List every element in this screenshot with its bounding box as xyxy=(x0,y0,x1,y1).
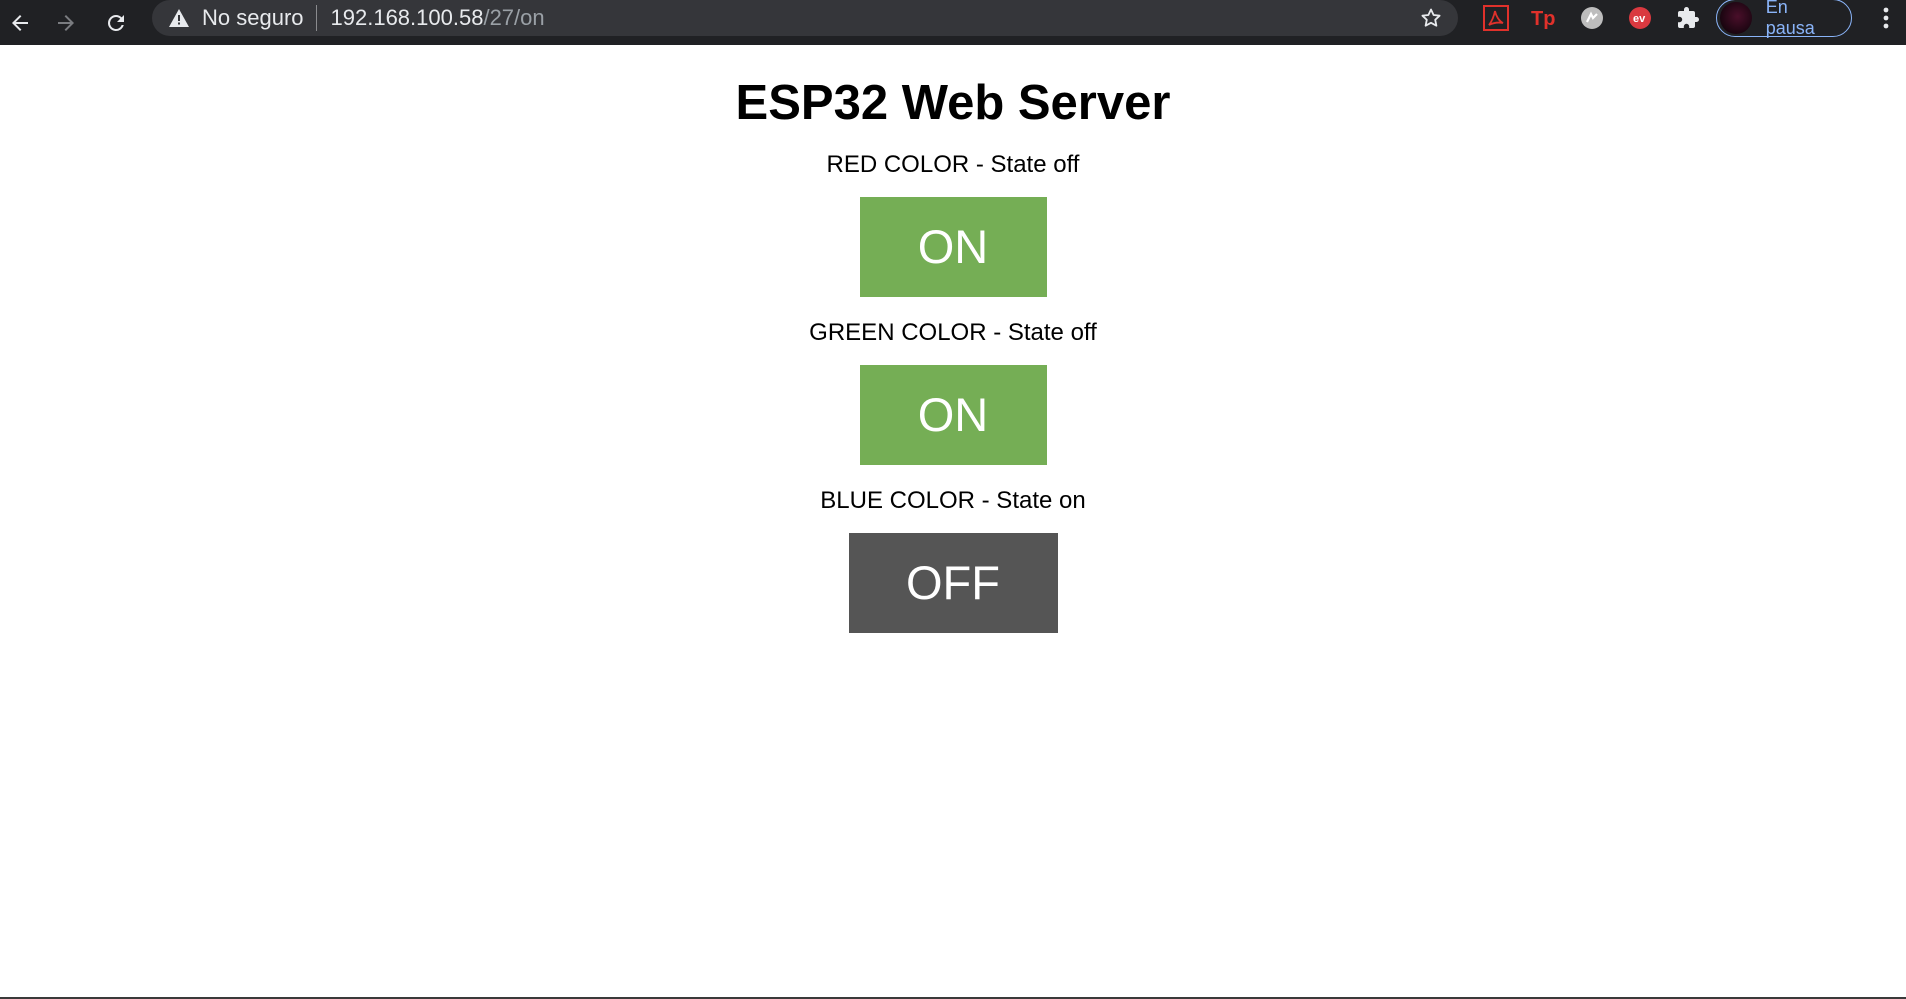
forward-arrow-icon[interactable] xyxy=(40,0,92,45)
page-content: ESP32 Web Server RED COLOR - State off O… xyxy=(0,45,1906,633)
kebab-menu-icon[interactable] xyxy=(1866,0,1906,36)
green-on-button[interactable]: ON xyxy=(859,365,1047,465)
circle-extension-icon[interactable] xyxy=(1568,0,1616,36)
reload-icon[interactable] xyxy=(92,0,140,45)
svg-text:ev: ev xyxy=(1633,13,1646,25)
browser-toolbar: No seguro 192.168.100.58/27/on Tp ev En … xyxy=(0,0,1906,45)
blue-off-button[interactable]: OFF xyxy=(848,533,1058,633)
tp-extension-icon[interactable]: Tp xyxy=(1520,0,1568,36)
back-arrow-icon[interactable] xyxy=(0,0,40,45)
address-bar[interactable]: No seguro 192.168.100.58/27/on xyxy=(152,0,1458,36)
blue-state-label: BLUE COLOR - State on xyxy=(820,487,1086,514)
profile-button[interactable]: En pausa xyxy=(1716,0,1852,38)
green-state-label: GREEN COLOR - State off xyxy=(809,319,1097,346)
svg-text:Tp: Tp xyxy=(1531,8,1555,30)
avatar xyxy=(1720,2,1752,34)
red-state-label: RED COLOR - State off xyxy=(826,151,1080,178)
security-status-label[interactable]: No seguro xyxy=(202,5,304,31)
puzzle-extensions-icon[interactable] xyxy=(1664,0,1712,36)
url-path: /27/on xyxy=(483,5,545,30)
profile-status-label: En pausa xyxy=(1765,0,1815,38)
extensions-area: Tp ev En pausa xyxy=(1472,0,1906,38)
url-host: 192.168.100.58 xyxy=(330,5,484,30)
red-on-button[interactable]: ON xyxy=(859,197,1047,297)
page-title: ESP32 Web Server xyxy=(735,76,1171,130)
adobe-pdf-extension-icon[interactable] xyxy=(1472,0,1520,36)
expressvpn-extension-icon[interactable]: ev xyxy=(1616,0,1664,36)
star-icon[interactable] xyxy=(1416,3,1446,33)
omnibox-divider xyxy=(315,5,317,31)
warning-icon[interactable] xyxy=(168,7,190,29)
